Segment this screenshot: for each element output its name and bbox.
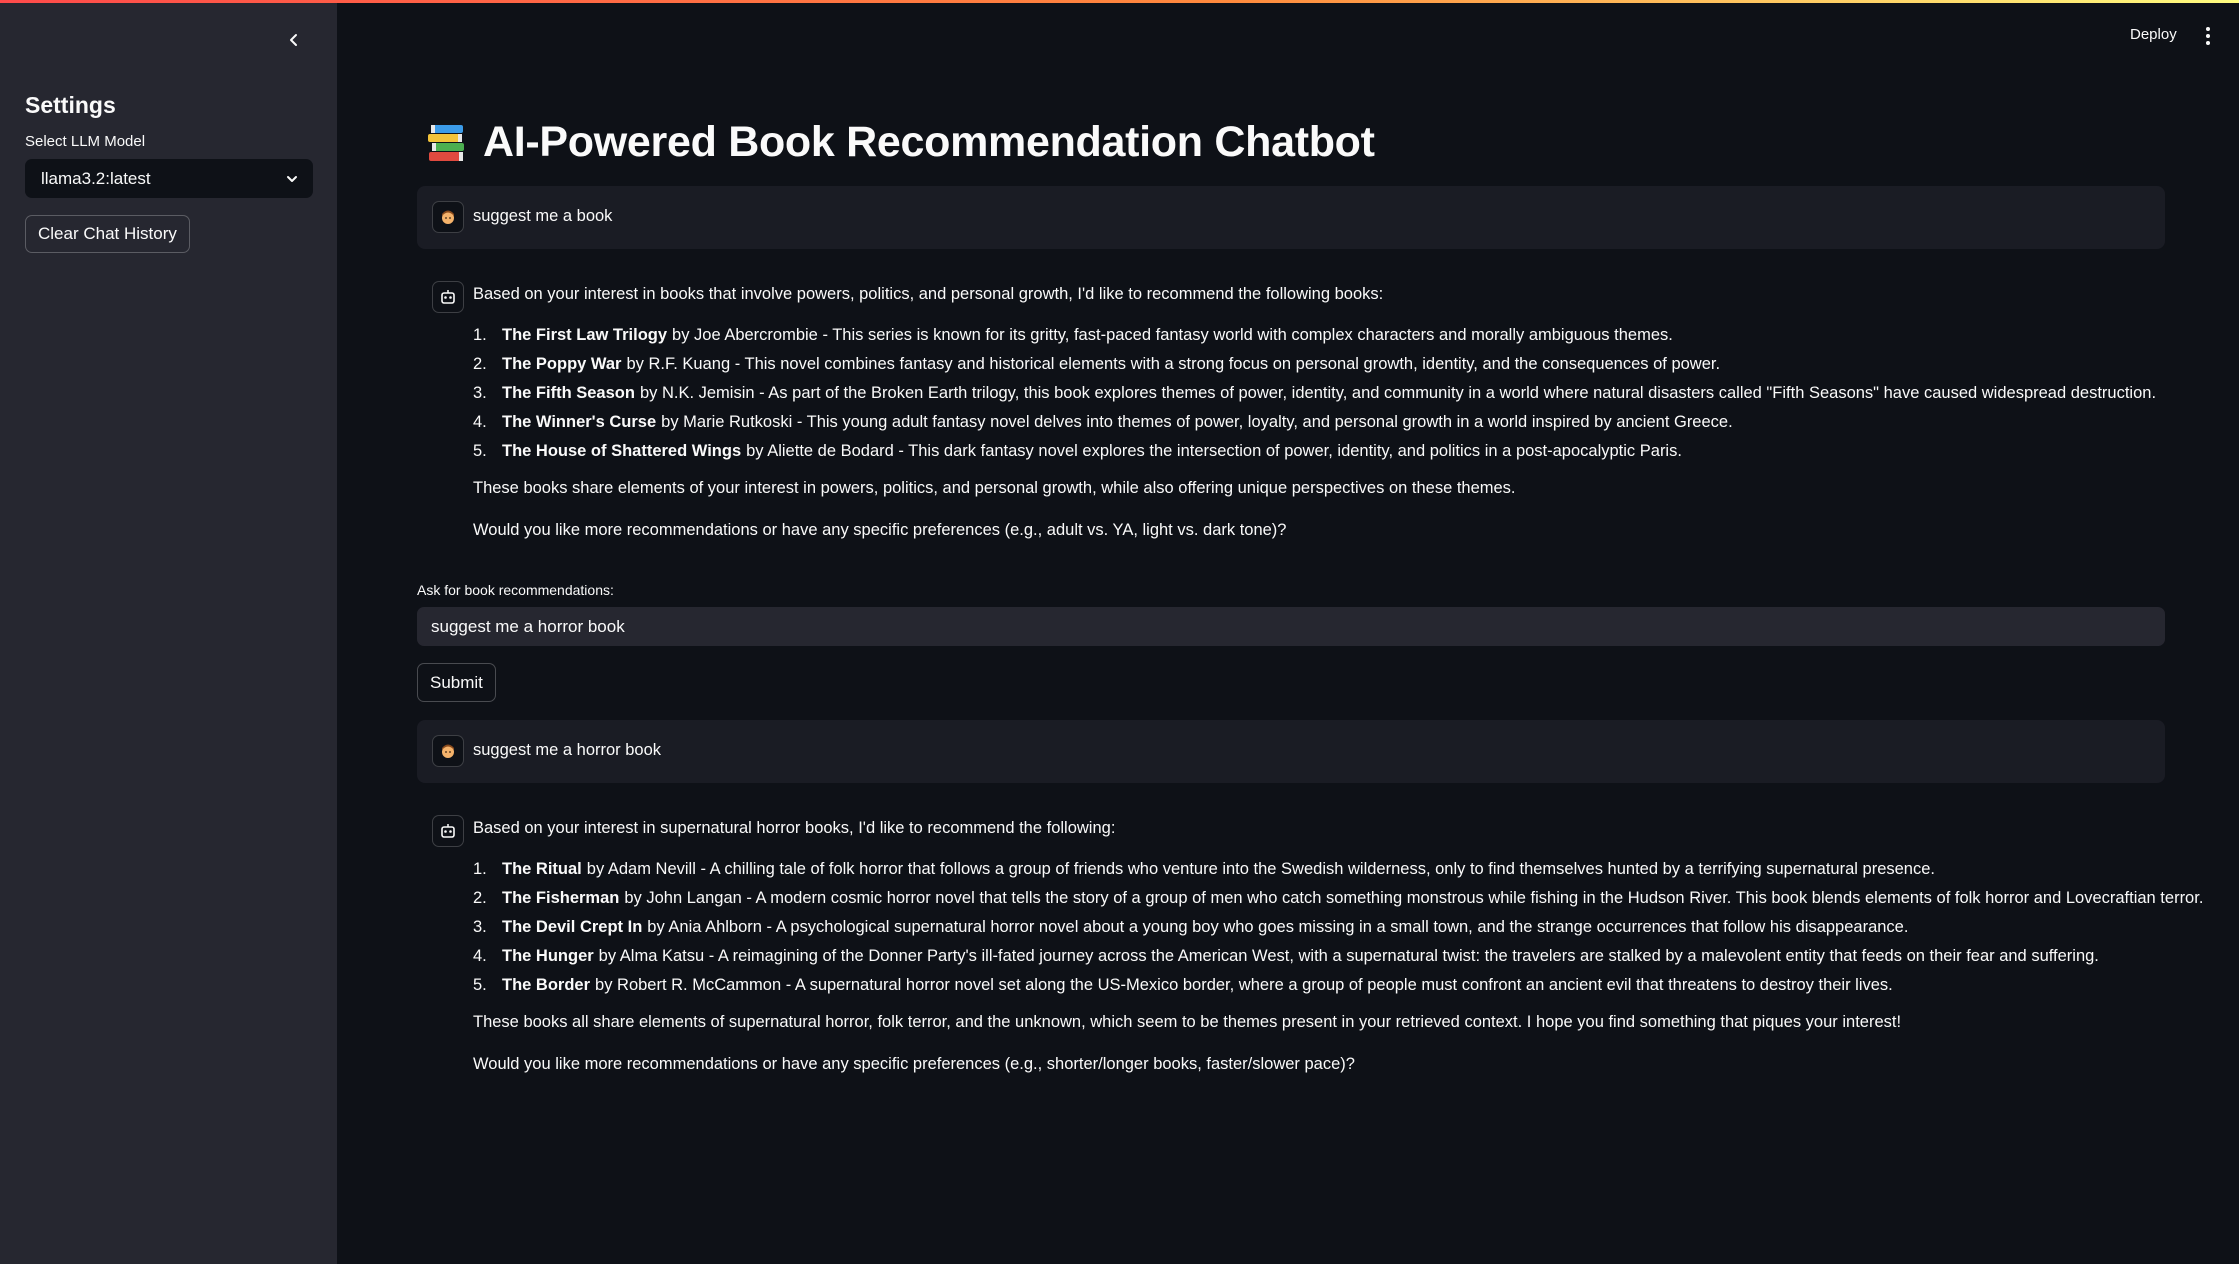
bot-avatar-icon	[441, 290, 455, 304]
list-item: 3. The Devil Crept In by Ania Ahlborn - A …	[473, 918, 1909, 936]
assistant-summary: These books share elements of your inter…	[473, 479, 1516, 497]
user-avatar-icon	[442, 744, 454, 758]
assistant-followup: Would you like more recommendations or h…	[473, 1055, 1355, 1073]
page-title: AI-Powered Book Recommendation Chatbot	[483, 118, 1375, 166]
books-icon	[428, 124, 464, 161]
collapse-sidebar-button[interactable]	[281, 27, 307, 53]
deploy-button[interactable]: Deploy	[2130, 26, 2177, 43]
user-message: suggest me a horror book	[417, 720, 2165, 783]
recommendation-list: 1. The Ritual by Adam Nevill - A chilling …	[473, 855, 2203, 1000]
user-message-text: suggest me a horror book	[473, 741, 662, 759]
clear-chat-history-button[interactable]: Clear Chat History	[25, 215, 190, 253]
recommendation-list: 1. The First Law Trilogy by Joe Abercrombi…	[473, 321, 2156, 466]
list-item: 3. The Fifth Season by N.K. Jemisin - As p…	[473, 384, 2157, 402]
chevron-down-icon	[287, 175, 297, 182]
sidebar: Settings Select LLM Model llama3.2:lates…	[0, 0, 337, 1264]
submit-button[interactable]: Submit	[417, 663, 496, 702]
list-item: 5. The Border by Robert R. McCammon - A su…	[473, 976, 1893, 994]
kebab-menu-icon	[2206, 27, 2210, 31]
user-message: suggest me a book	[417, 186, 2165, 249]
recommendation-input[interactable]	[417, 607, 2165, 646]
top-decoration-bar	[0, 0, 2239, 3]
list-item: 2. The Poppy War by R.F. Kuang - This nove…	[473, 355, 1721, 373]
assistant-intro: Based on your interest in books that inv…	[473, 285, 1384, 303]
assistant-avatar	[432, 281, 464, 313]
main-menu-button[interactable]	[2200, 24, 2216, 48]
assistant-summary: These books all share elements of supern…	[473, 1013, 1902, 1031]
bot-avatar-icon	[441, 824, 455, 838]
list-item: 4. The Winner's Curse by Marie Rutkoski - …	[473, 413, 1733, 431]
user-avatar	[432, 201, 464, 233]
model-select[interactable]: llama3.2:latest	[25, 159, 313, 198]
list-item: 2. The Fisherman by John Langan - A modern…	[473, 889, 2204, 907]
chevron-left-icon	[290, 34, 297, 46]
model-select-label: Select LLM Model	[25, 133, 146, 150]
list-item: 1. The First Law Trilogy by Joe Abercrombi…	[473, 326, 1673, 344]
page-header: AI-Powered Book Recommendation Chatbot	[425, 118, 1375, 167]
list-item: 5. The House of Shattered Wings by Aliette…	[473, 442, 1682, 460]
user-message-text: suggest me a book	[473, 207, 613, 225]
assistant-intro: Based on your interest in supernatural h…	[473, 819, 1116, 837]
user-avatar	[432, 735, 464, 767]
sidebar-title: Settings	[25, 92, 116, 118]
list-item: 1. The Ritual by Adam Nevill - A chilling …	[473, 860, 1935, 878]
list-item: 4. The Hunger by Alma Katsu - A reimaginin…	[473, 947, 2099, 965]
recommendation-input-label: Ask for book recommendations:	[417, 582, 614, 598]
assistant-avatar	[432, 815, 464, 847]
user-avatar-icon	[442, 210, 454, 224]
model-select-value: llama3.2:latest	[41, 168, 151, 188]
assistant-followup: Would you like more recommendations or h…	[473, 521, 1287, 539]
